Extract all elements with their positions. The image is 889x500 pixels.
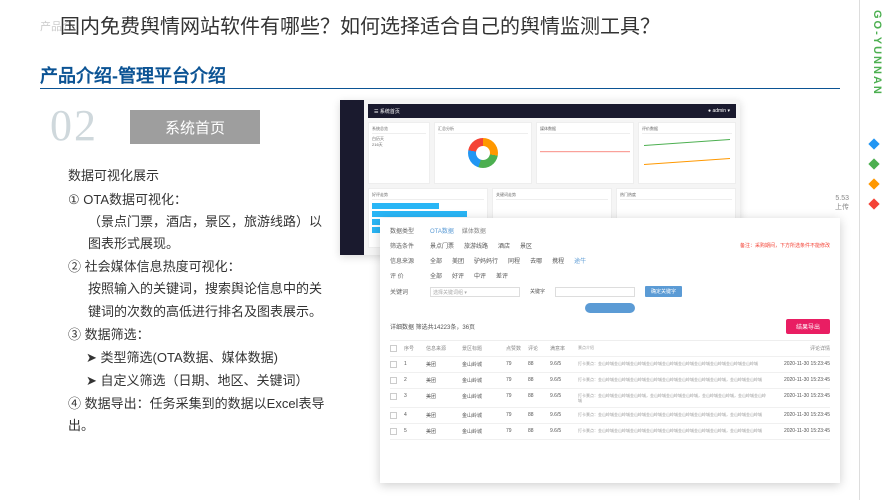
filter-option[interactable]: 同程 [508,256,520,265]
brand-vertical: GO-YUNNAN [871,10,883,96]
confirm-keyword-button[interactable]: 确定关键字 [645,286,682,297]
section-pill: 系统首页 [130,110,260,144]
filter-option[interactable]: 差评 [496,271,508,280]
dashboard-screenshot-2: 数据类型 OTA数据 媒体数据 筛选条件 景点门票 旅游线路 酒店 景区 备注：… [380,218,840,483]
export-button[interactable]: 结果导出 [786,319,830,334]
content-heading: 数据可视化展示 [68,165,330,187]
filter-label: 评 价 [390,271,420,280]
keyword-input[interactable] [555,287,635,297]
filter-option[interactable]: 去哪 [530,256,542,265]
diamond-icon [868,138,879,149]
section-underline [40,88,840,89]
dash1-card-media: 媒体数据 [536,122,634,184]
filter-option[interactable]: 驴妈妈行 [474,256,498,265]
metric-badge: 5.53 上传 [835,195,849,212]
page-title: 国内免费舆情网站软件有哪些？如何选择适合自己的舆情监测工具？ [60,10,660,39]
dash1-card-rating: 评价数据 [638,122,736,184]
tab-ota[interactable]: OTA数据 [430,226,454,235]
diamond-icon [868,198,879,209]
table-header: 序号 信息来源 景区标题 点赞数 评论 满意率 景点介绍 评论详情 [390,341,830,357]
table-row: 2 美团 金山岭城 79 88 9.6/5 打卡景点：金山岭城金山岭城金山岭城金… [390,373,830,389]
filter-option[interactable]: 旅游线路 [464,241,488,250]
d2-tabs-label: 数据类型 [390,226,420,235]
row-checkbox[interactable] [390,361,397,368]
table-row: 5 美团 金山岭城 79 88 9.6/5 打卡景点：金山岭城金山岭城金山岭城金… [390,424,830,440]
section-number: 02 [50,100,98,151]
dash1-card-overview: 系统总览 白历天 216天 [368,122,430,184]
filter-item: ➤ 自定义筛选（日期、地区、关键词） [68,370,330,392]
filter-item: ➤ 类型筛选(OTA数据、媒体数据) [68,347,330,369]
line-chart-icon [642,136,732,168]
row-checkbox[interactable] [390,377,397,384]
search-button[interactable] [585,303,635,313]
row-checkbox[interactable] [390,412,397,419]
list-item: ④ 数据导出：任务采集到的数据以Excel表导出。 [68,393,330,437]
filter-option[interactable]: 全部 [430,271,442,280]
filter-option[interactable]: 美团 [452,256,464,265]
row-checkbox[interactable] [390,428,397,435]
list-item: ③ 数据筛选： [68,324,330,346]
dash1-sidebar [340,100,364,255]
diamond-icon [868,158,879,169]
donut-chart-icon [468,138,498,168]
table-row: 4 美团 金山岭城 79 88 9.6/5 打卡景点：金山岭城金山岭城金山岭城金… [390,408,830,424]
list-item: ② 社会媒体信息热度可视化：按照输入的关键词，搜索舆论信息中的关键词的次数的高低… [68,256,330,322]
list-item: ① OTA数据可视化：（景点门票，酒店，景区，旅游线路）以图表形式展现。 [68,189,330,255]
table-row: 1 美团 金山岭城 79 88 9.6/5 打卡景点：金山岭城金山岭城金山岭城金… [390,357,830,373]
data-table: 序号 信息来源 景区标题 点赞数 评论 满意率 景点介绍 评论详情 1 美团 金… [390,340,830,440]
filter-label: 筛选条件 [390,241,420,250]
filter-option[interactable]: 途牛 [574,256,586,265]
dash1-topbar: ☰ 系统首页 ● admin ▾ [368,104,736,118]
keyword-label: 关键词 [390,287,420,296]
content-body: 数据可视化展示 ① OTA数据可视化：（景点门票，酒店，景区，旅游线路）以图表形… [68,165,330,438]
line-chart-icon [540,136,630,168]
result-count: 详细数据 筛选共14223条，36页 [390,322,475,331]
filter-option[interactable]: 酒店 [498,241,510,250]
select-all-checkbox[interactable] [390,345,397,352]
keyword-group-select[interactable]: 选择关键词组 ▾ [430,287,520,297]
right-sidebar: GO-YUNNAN [859,0,889,500]
filter-option[interactable]: 携程 [552,256,564,265]
filter-option[interactable]: 全部 [430,256,442,265]
filter-option[interactable]: 景点门票 [430,241,454,250]
table-row: 3 美团 金山岭城 79 88 9.6/5 打卡景点：金山岭城金山岭城金山岭城，… [390,389,830,408]
filter-option[interactable]: 中评 [474,271,486,280]
diamond-icon [868,178,879,189]
filter-label: 信息来源 [390,256,420,265]
section-title: 产品介绍-管理平台介绍 [40,62,226,88]
row-checkbox[interactable] [390,393,397,400]
note-text: 备注：采购期间，下方所选条件不能修改 [740,242,830,249]
dash1-card-summary: 汇总分析 [434,122,532,184]
tab-media[interactable]: 媒体数据 [462,226,486,235]
filter-option[interactable]: 景区 [520,241,532,250]
filter-option[interactable]: 好评 [452,271,464,280]
